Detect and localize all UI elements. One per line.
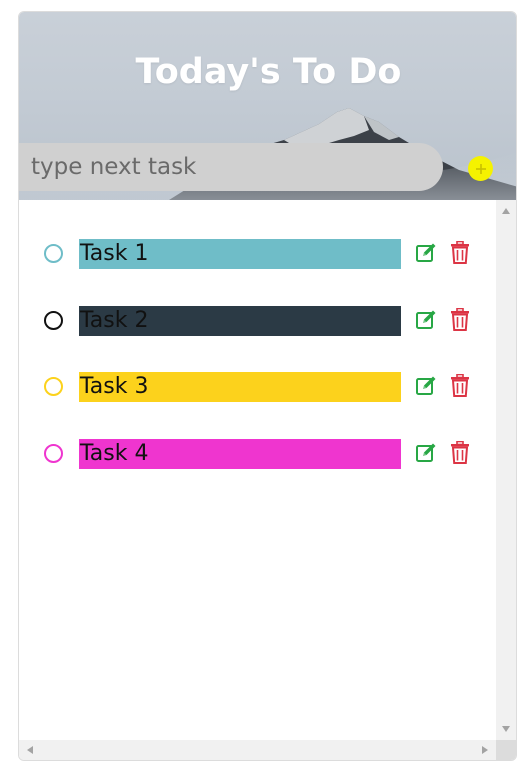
trash-icon xyxy=(451,373,469,397)
task-item-1: Task 1 xyxy=(19,235,496,275)
task-checkbox[interactable] xyxy=(44,311,63,330)
trash-icon xyxy=(451,240,469,264)
edit-icon xyxy=(416,243,436,262)
edit-task-button[interactable] xyxy=(415,375,437,397)
horizontal-scrollbar[interactable] xyxy=(19,740,496,760)
page-title: Today's To Do xyxy=(135,52,402,92)
task-label[interactable]: Task 3 xyxy=(79,372,401,402)
scroll-left-arrow[interactable] xyxy=(21,740,39,760)
new-task-input[interactable] xyxy=(19,143,443,191)
task-label[interactable]: Task 4 xyxy=(79,439,401,469)
caret-up-icon xyxy=(502,208,510,214)
task-checkbox[interactable] xyxy=(44,444,63,463)
trash-icon xyxy=(451,440,469,464)
edit-task-button[interactable] xyxy=(415,242,437,264)
todo-card: Today's To Do Task 1 xyxy=(18,11,517,761)
delete-task-button[interactable] xyxy=(449,240,471,265)
delete-task-button[interactable] xyxy=(449,373,471,398)
edit-icon xyxy=(416,376,436,395)
edit-icon xyxy=(416,310,436,329)
edit-task-button[interactable] xyxy=(415,442,437,464)
task-label[interactable]: Task 2 xyxy=(79,306,401,336)
task-list: Task 1 Task 2 Task 3 Task 4 xyxy=(19,200,496,740)
plus-icon xyxy=(475,163,486,174)
task-checkbox[interactable] xyxy=(44,244,63,263)
caret-down-icon xyxy=(502,726,510,732)
task-item-3: Task 3 xyxy=(19,368,496,408)
trash-icon xyxy=(451,307,469,331)
delete-task-button[interactable] xyxy=(449,307,471,332)
scrollbar-corner xyxy=(496,740,516,760)
scroll-up-arrow[interactable] xyxy=(496,202,516,220)
scroll-right-arrow[interactable] xyxy=(476,740,494,760)
edit-icon xyxy=(416,443,436,462)
vertical-scrollbar[interactable] xyxy=(496,200,516,740)
task-item-2: Task 2 xyxy=(19,302,496,342)
scroll-down-arrow[interactable] xyxy=(496,720,516,738)
edit-task-button[interactable] xyxy=(415,309,437,331)
task-checkbox[interactable] xyxy=(44,377,63,396)
task-label[interactable]: Task 1 xyxy=(79,239,401,269)
delete-task-button[interactable] xyxy=(449,440,471,465)
caret-right-icon xyxy=(482,746,488,754)
caret-left-icon xyxy=(27,746,33,754)
add-task-button[interactable] xyxy=(468,156,493,181)
task-item-4: Task 4 xyxy=(19,435,496,475)
